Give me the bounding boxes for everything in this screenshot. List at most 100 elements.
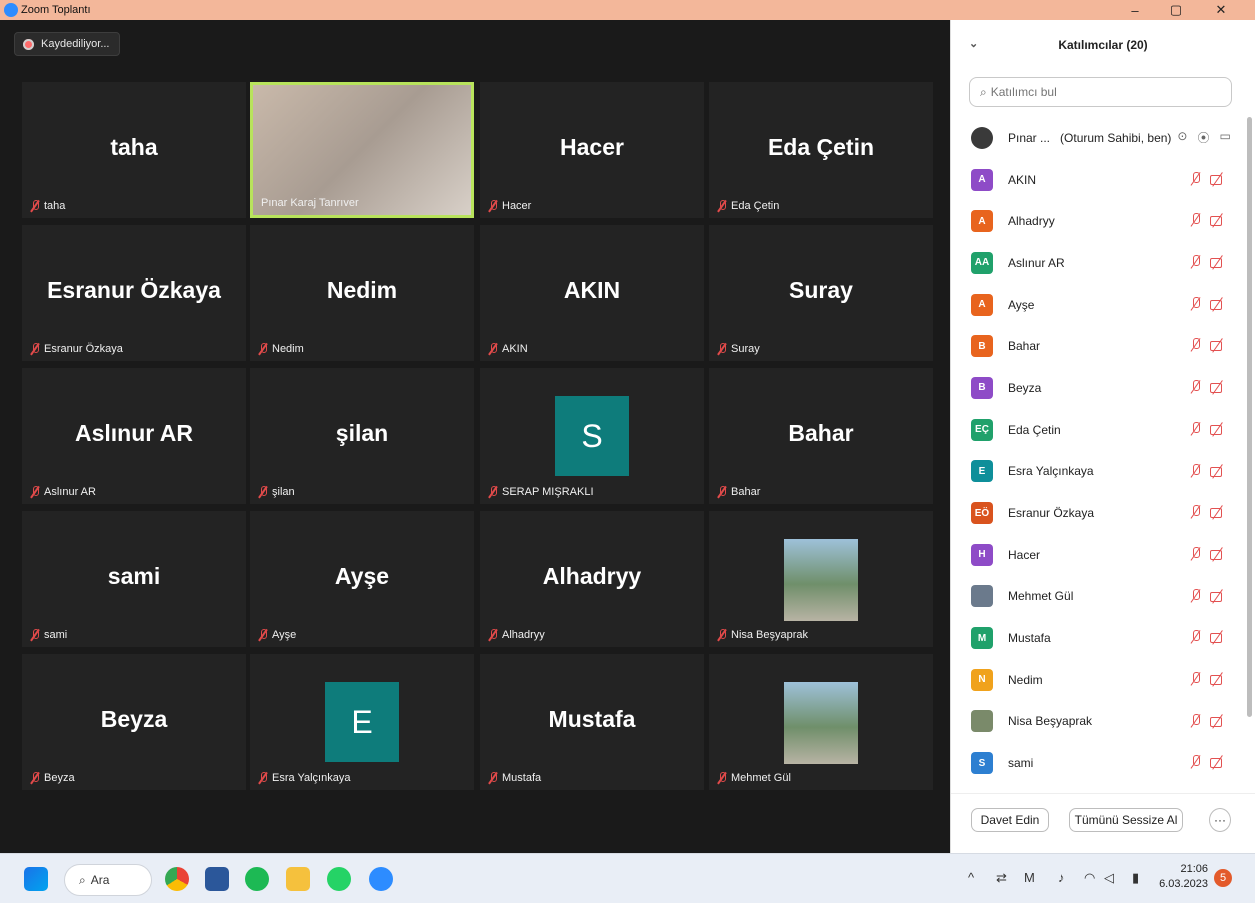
participant-row[interactable]: Mehmet Gül [951,576,1246,618]
video-off-icon[interactable] [1210,380,1226,394]
participant-row[interactable]: A AKIN [951,159,1246,201]
video-tile[interactable]: taha taha [22,82,246,218]
participant-row[interactable]: EÖ Esranur Özkaya [951,492,1246,534]
volume-icon[interactable]: ◁ [1104,870,1114,886]
mic-muted-icon[interactable] [1190,421,1202,437]
participant-search[interactable]: ⌕ [969,77,1232,107]
video-tile[interactable]: şilan şilan [250,368,474,504]
mic-muted-icon[interactable] [1190,671,1202,687]
whatsapp-icon[interactable] [327,867,351,891]
participant-row[interactable]: B Beyza [951,367,1246,409]
video-off-icon[interactable] [1210,422,1226,436]
video-tile[interactable]: Nedim Nedim [250,225,474,361]
video-tile[interactable]: Nisa Beşyaprak [709,511,933,647]
participant-row[interactable]: Ssami [951,742,1246,784]
file-explorer-icon[interactable] [286,867,310,891]
mic-muted-icon[interactable] [1190,504,1202,520]
participant-row[interactable]: N Nedim [951,659,1246,701]
more-button[interactable]: ··· [1209,808,1231,832]
video-tile[interactable]: Eda Çetin Eda Çetin [709,82,933,218]
mute-all-button[interactable]: Tümünü Sessize Al [1069,808,1183,832]
restore-button[interactable]: ▢ [1158,0,1194,20]
video-off-icon[interactable] [1210,714,1226,728]
participant-row[interactable]: E Esra Yalçınkaya [951,451,1246,493]
chevron-down-icon[interactable]: ⌄ [969,37,978,50]
mic-muted-icon[interactable] [1190,546,1202,562]
video-off-icon[interactable] [1210,630,1226,644]
network-switch-icon[interactable]: ⇄ [996,870,1007,886]
mic-muted-icon[interactable] [1190,337,1202,353]
mic-muted-icon[interactable] [1190,171,1202,187]
mic-muted-icon[interactable] [1190,212,1202,228]
video-off-icon[interactable] [1210,589,1226,603]
video-tile[interactable]: Aslınur AR Aslınur AR [22,368,246,504]
video-off-icon[interactable] [1210,172,1226,186]
microphone-icon[interactable]: ♪ [1058,870,1065,885]
video-tile[interactable]: Esranur Özkaya Esranur Özkaya [22,225,246,361]
system-clock[interactable]: 21:06 6.03.2023 [1158,862,1208,892]
video-tile[interactable]: S SERAP MIŞRAKLI [480,368,704,504]
participant-row[interactable]: B Bahar [951,325,1246,367]
invite-button[interactable]: Davet Edin [971,808,1049,832]
video-off-icon[interactable] [1210,672,1226,686]
microphone-icon[interactable]: ⦿ [1197,129,1209,146]
participant-name: Ayşe [1008,297,1035,312]
panel-scrollbar[interactable] [1247,117,1252,717]
zoom-icon[interactable] [369,867,393,891]
wifi-icon[interactable]: ◠ [1084,870,1095,886]
participant-host-row[interactable]: Pınar ... (Oturum Sahibi, ben) ⊙ ⦿ ▭ [951,117,1246,159]
record-status-icon: ⊙ [1177,129,1188,144]
video-tile[interactable]: Hacer Hacer [480,82,704,218]
video-off-icon[interactable] [1210,255,1226,269]
video-tile[interactable]: Mehmet Gül [709,654,933,790]
video-tile[interactable]: AKIN AKIN [480,225,704,361]
video-tile[interactable]: Pınar Karaj Tanrıver [250,82,474,218]
windows-start-icon[interactable] [24,867,48,891]
chrome-icon[interactable] [165,867,189,891]
mic-muted-icon [30,343,40,355]
video-tile[interactable]: Suray Suray [709,225,933,361]
video-tile[interactable]: sami sami [22,511,246,647]
participant-row[interactable]: M Mustafa [951,617,1246,659]
video-tile[interactable]: Mustafa Mustafa [480,654,704,790]
close-button[interactable]: ✕ [1203,0,1239,20]
mic-muted-icon[interactable] [1190,713,1202,729]
participant-row[interactable]: A Alhadryy [951,200,1246,242]
video-camera-icon[interactable]: ▭ [1220,129,1231,146]
video-off-icon[interactable] [1210,297,1226,311]
mic-muted-icon[interactable] [1190,254,1202,270]
chevron-up-icon[interactable]: ^ [968,870,974,885]
mic-muted-icon[interactable] [1190,629,1202,645]
video-off-icon[interactable] [1210,338,1226,352]
mic-muted-icon[interactable] [1190,463,1202,479]
video-tile[interactable]: E Esra Yalçınkaya [250,654,474,790]
participant-row[interactable]: AA Aslınur AR [951,242,1246,284]
video-off-icon[interactable] [1210,213,1226,227]
video-off-icon[interactable] [1210,505,1226,519]
notification-badge[interactable]: 5 [1214,869,1232,887]
battery-icon[interactable]: ▮ [1132,870,1139,886]
video-off-icon[interactable] [1210,755,1226,769]
video-off-icon[interactable] [1210,464,1226,478]
participant-row[interactable]: H Hacer [951,534,1246,576]
video-tile[interactable]: Beyza Beyza [22,654,246,790]
video-tile[interactable]: Alhadryy Alhadryy [480,511,704,647]
mail-icon[interactable]: M [1024,870,1035,885]
spotify-icon[interactable] [245,867,269,891]
taskbar-search[interactable]: ⌕ Ara [64,864,152,896]
mic-muted-icon[interactable] [1190,588,1202,604]
participant-row[interactable]: Nisa Beşyaprak [951,701,1246,743]
participant-avatar: N [971,668,993,691]
participant-row[interactable]: A Ayşe [951,284,1246,326]
video-off-icon[interactable] [1210,547,1226,561]
mic-muted-icon[interactable] [1190,754,1202,770]
mic-muted-icon[interactable] [1190,379,1202,395]
word-icon[interactable] [205,867,229,891]
video-tile[interactable]: Bahar Bahar [709,368,933,504]
participant-row[interactable]: EÇ Eda Çetin [951,409,1246,451]
mic-muted-icon[interactable] [1190,296,1202,312]
recording-indicator[interactable]: Kaydediliyor... [14,32,121,56]
participant-search-input[interactable] [990,85,1211,99]
minimize-button[interactable]: – [1117,0,1153,20]
video-tile[interactable]: Ayşe Ayşe [250,511,474,647]
